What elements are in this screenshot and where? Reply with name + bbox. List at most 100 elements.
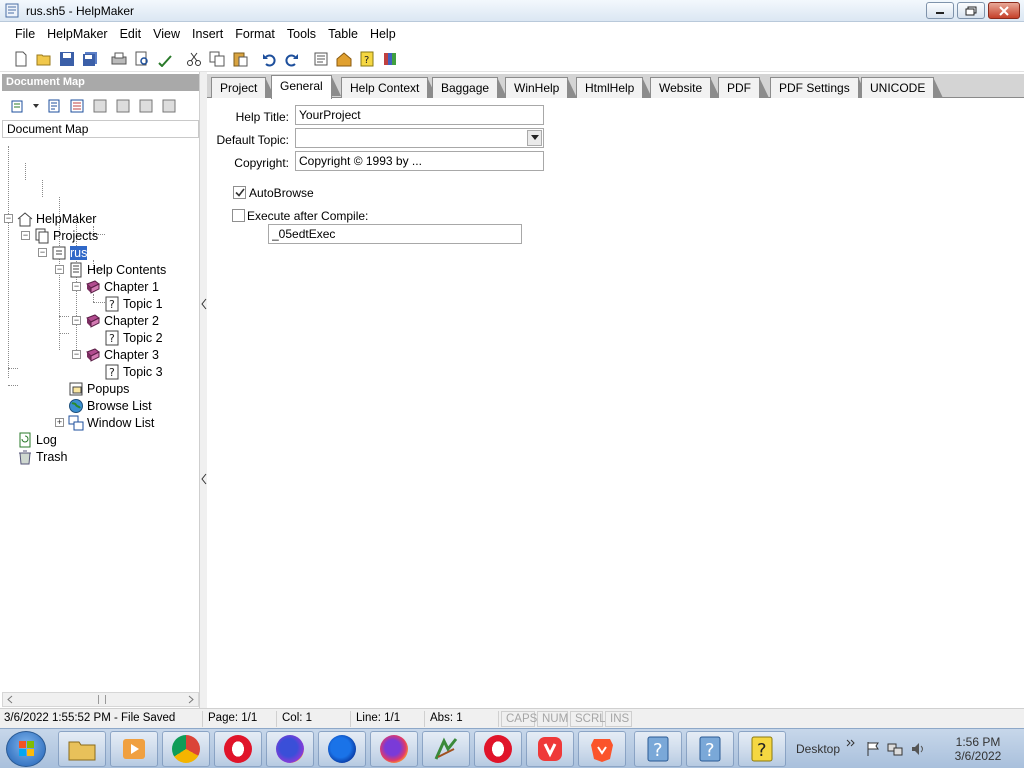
tree-node-topic-1[interactable]: ? Topic 1 bbox=[104, 296, 163, 312]
print-button[interactable] bbox=[107, 48, 130, 70]
start-button[interactable] bbox=[6, 731, 46, 767]
add-topic-button[interactable] bbox=[8, 97, 28, 115]
save-all-button[interactable] bbox=[78, 48, 101, 70]
menu-help[interactable]: Help bbox=[364, 27, 402, 41]
tree-node-topic-2[interactable]: ? Topic 2 bbox=[104, 330, 163, 346]
action-center-flag-icon[interactable] bbox=[866, 741, 880, 757]
move-first-button[interactable] bbox=[90, 97, 110, 115]
tab-help-context[interactable]: Help Context bbox=[341, 77, 438, 98]
undo-button[interactable] bbox=[257, 48, 280, 70]
tab-general[interactable]: General bbox=[271, 75, 341, 99]
move-up-button[interactable] bbox=[136, 97, 156, 115]
paste-button[interactable] bbox=[228, 48, 251, 70]
help-button[interactable]: ? bbox=[355, 48, 378, 70]
collapse-chapter-2-button[interactable]: − bbox=[72, 316, 81, 325]
tab-pdf[interactable]: PDF bbox=[718, 77, 769, 98]
taskbar-explorer[interactable] bbox=[58, 731, 106, 767]
menu-helpmaker[interactable]: HelpMaker bbox=[41, 27, 113, 41]
topic-properties-button[interactable] bbox=[309, 48, 332, 70]
expand-window-list-button[interactable]: + bbox=[55, 418, 64, 427]
network-icon[interactable] bbox=[887, 741, 903, 757]
tree-node-chapter-1[interactable]: Chapter 1 bbox=[85, 279, 159, 295]
tree-node-topic-3[interactable]: ? Topic 3 bbox=[104, 364, 163, 380]
compile-button[interactable] bbox=[332, 48, 355, 70]
taskbar-firefox-2[interactable] bbox=[318, 731, 366, 767]
tree-node-chapter-3[interactable]: Chapter 3 bbox=[85, 347, 159, 363]
move-down-button[interactable] bbox=[159, 97, 179, 115]
topic-icon: ? bbox=[105, 364, 119, 380]
redo-button[interactable] bbox=[280, 48, 303, 70]
tab-pdf-settings[interactable]: PDF Settings bbox=[770, 77, 868, 98]
menu-format[interactable]: Format bbox=[229, 27, 281, 41]
add-child-button[interactable] bbox=[44, 97, 64, 115]
tree-node-projects[interactable]: Projects bbox=[34, 228, 98, 244]
spellcheck-button[interactable] bbox=[153, 48, 176, 70]
autobrowse-checkbox[interactable] bbox=[233, 186, 246, 199]
execute-after-compile-input[interactable] bbox=[268, 224, 522, 244]
taskbar-firefox-3[interactable] bbox=[370, 731, 418, 767]
taskbar-media-player[interactable] bbox=[110, 731, 158, 767]
taskbar-vivaldi[interactable] bbox=[526, 731, 574, 767]
tree-node-chapter-2[interactable]: Chapter 2 bbox=[85, 313, 159, 329]
collapse-chapter-3-button[interactable]: − bbox=[72, 350, 81, 359]
tab-project[interactable]: Project bbox=[211, 77, 276, 98]
volume-icon[interactable] bbox=[910, 741, 926, 757]
menu-tools[interactable]: Tools bbox=[281, 27, 322, 41]
taskbar-firefox-1[interactable] bbox=[266, 731, 314, 767]
tab-htmlhelp[interactable]: HtmlHelp bbox=[576, 77, 653, 98]
taskbar-app[interactable] bbox=[422, 731, 470, 767]
menu-view[interactable]: View bbox=[147, 27, 186, 41]
tab-unicode[interactable]: UNICODE bbox=[861, 77, 944, 98]
menu-table[interactable]: Table bbox=[322, 27, 364, 41]
taskbar-opera-2[interactable] bbox=[474, 731, 522, 767]
save-button[interactable] bbox=[55, 48, 78, 70]
collapse-chapter-1-button[interactable]: − bbox=[72, 282, 81, 291]
scroll-thumb[interactable] bbox=[98, 695, 106, 704]
help-title-input[interactable] bbox=[295, 105, 544, 125]
taskbar-chrome[interactable] bbox=[162, 731, 210, 767]
tab-website[interactable]: Website bbox=[650, 77, 721, 98]
tree-node-help-contents[interactable]: Help Contents bbox=[68, 262, 166, 278]
menu-edit[interactable]: Edit bbox=[114, 27, 148, 41]
open-button[interactable] bbox=[32, 48, 55, 70]
cut-button[interactable] bbox=[182, 48, 205, 70]
taskbar-help-2[interactable]: ? bbox=[686, 731, 734, 767]
menu-insert[interactable]: Insert bbox=[186, 27, 229, 41]
menu-file[interactable]: File bbox=[9, 27, 41, 41]
add-topic-dropdown[interactable] bbox=[31, 97, 41, 115]
tree-node-popups[interactable]: Popups bbox=[68, 381, 129, 397]
tab-winhelp[interactable]: WinHelp bbox=[505, 77, 578, 98]
execute-after-compile-checkbox[interactable] bbox=[232, 209, 245, 222]
tree-horizontal-scrollbar[interactable] bbox=[2, 692, 199, 707]
collapse-projects-button[interactable]: − bbox=[21, 231, 30, 240]
collapse-helpmaker-button[interactable]: − bbox=[4, 214, 13, 223]
tree-node-trash[interactable]: Trash bbox=[17, 449, 68, 465]
taskbar-help-3[interactable]: ? bbox=[738, 731, 786, 767]
print-preview-button[interactable] bbox=[130, 48, 153, 70]
copy-button[interactable] bbox=[205, 48, 228, 70]
taskbar-brave[interactable] bbox=[578, 731, 626, 767]
default-topic-select[interactable] bbox=[295, 128, 544, 148]
tab-baggage[interactable]: Baggage bbox=[432, 77, 508, 98]
new-button[interactable] bbox=[9, 48, 32, 70]
taskbar-help-1[interactable]: ? bbox=[634, 731, 682, 767]
tree-node-helpmaker[interactable]: HelpMaker bbox=[17, 211, 96, 227]
topic-list-button[interactable] bbox=[67, 97, 87, 115]
taskbar-opera[interactable] bbox=[214, 731, 262, 767]
tree-node-log[interactable]: Log bbox=[17, 432, 57, 448]
tree-node-window-list[interactable]: Window List bbox=[68, 415, 154, 431]
minimize-button[interactable] bbox=[926, 2, 954, 19]
default-topic-dropdown-button[interactable] bbox=[527, 130, 542, 146]
close-button[interactable] bbox=[988, 2, 1020, 19]
collapse-rus-button[interactable]: − bbox=[38, 248, 47, 257]
tree-node-browse-list[interactable]: Browse List bbox=[68, 398, 152, 414]
copyright-input[interactable] bbox=[295, 151, 544, 171]
move-last-button[interactable] bbox=[113, 97, 133, 115]
desktop-toolbar[interactable]: Desktop bbox=[796, 729, 856, 769]
tree-node-rus[interactable]: rus bbox=[51, 245, 88, 261]
maximize-button[interactable] bbox=[957, 2, 985, 19]
clock[interactable]: 1:56 PM 3/6/2022 bbox=[940, 729, 1016, 769]
pane-splitter[interactable] bbox=[199, 72, 207, 708]
collapse-help-contents-button[interactable]: − bbox=[55, 265, 64, 274]
books-button[interactable] bbox=[378, 48, 401, 70]
